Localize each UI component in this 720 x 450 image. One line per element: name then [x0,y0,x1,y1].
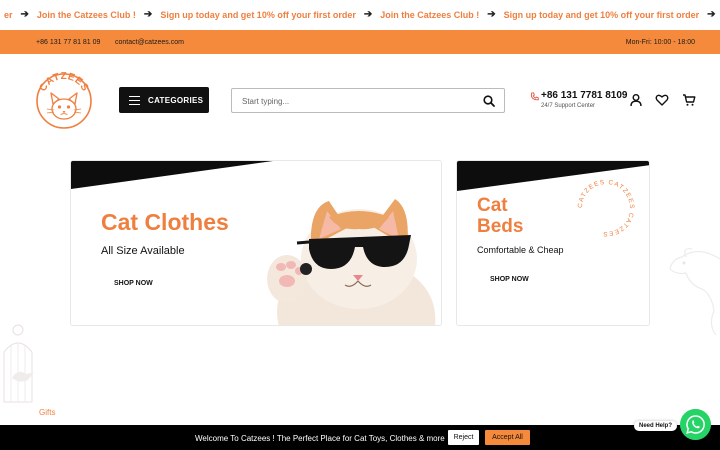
search-icon[interactable] [483,95,495,107]
wishlist-heart-icon[interactable] [655,93,669,107]
account-icon[interactable] [629,93,643,107]
marquee-text: Join the Catzees Club ! [380,9,480,20]
cat-beds-banner[interactable]: CATZEES CATZEES CATZEES Cat Beds Comfort… [456,160,650,326]
cart-icon[interactable] [682,93,696,107]
support-label: 24/7 Support Center [541,103,596,109]
marquee-text: Sign up today and get 10% off your first… [503,9,700,20]
cat-clothes-banner[interactable]: Cat Clothes All Size Available SHOP NOW [70,160,442,326]
announcement-marquee: er ➔ Join the Catzees Club ! ➔ Sign up today… [0,0,720,30]
arrow-right-icon: ➔ [707,9,716,20]
svg-text:CATZEES CATZEES CATZEES: CATZEES CATZEES CATZEES [577,179,635,237]
search-bar [231,88,505,113]
menu-icon [129,95,140,105]
marquee-text: Join the Catzees Club ! [36,9,136,20]
gifts-label[interactable]: Gifts [39,408,55,417]
dog-outline-icon [669,248,720,335]
marquee-text: Sign up today and get 10% off your first… [160,9,356,20]
whatsapp-chat-button[interactable] [680,409,711,440]
arrow-right-icon: ➔ [143,9,153,20]
support-phone[interactable]: +86 131 7781 8109 [541,90,627,101]
accept-all-cookies-button[interactable]: Accept All [485,430,530,445]
reject-cookies-button[interactable]: Reject [448,430,479,445]
need-help-tooltip: Need Help? [634,421,678,431]
search-input[interactable] [242,94,462,108]
arrow-right-icon: ➔ [487,9,496,20]
shop-now-link[interactable]: SHOP NOW [490,276,529,283]
stamp-text: CATZEES CATZEES CATZEES [577,179,634,237]
banner-subtitle: Comfortable & Cheap [477,245,564,255]
cat-with-sunglasses-image [267,199,436,325]
catzees-logo[interactable]: CATZEES [34,70,94,130]
categories-button[interactable]: CATEGORIES [119,87,209,113]
arrow-right-icon: ➔ [20,9,29,20]
contact-bar: +86 131 77 81 81 09 contact@catzees.com … [0,30,720,54]
marquee-track: er ➔ Join the Catzees Club ! ➔ Sign up today… [0,9,720,20]
banner-title: Cat Beds [477,195,524,237]
shop-now-link[interactable]: SHOP NOW [114,280,153,287]
phone-icon [530,92,539,101]
cookie-consent-bar: Welcome To Catzees ! The Perfect Place f… [0,425,720,450]
topbar-email[interactable]: contact@catzees.com [115,39,184,46]
arrow-right-icon: ➔ [363,9,373,20]
banner-subtitle: All Size Available [101,245,185,257]
banner-title: Cat Clothes [101,209,229,235]
marquee-text: er [4,9,13,20]
bird-cage-icon [3,324,34,403]
catzees-circular-stamp: CATZEES CATZEES CATZEES [577,179,635,237]
cookie-message: Welcome To Catzees ! The Perfect Place f… [195,434,445,443]
topbar-hours: Mon-Fri: 10:00 - 18:00 [625,39,695,46]
topbar-phone[interactable]: +86 131 77 81 81 09 [36,39,100,46]
categories-label: CATEGORIES [148,95,204,105]
